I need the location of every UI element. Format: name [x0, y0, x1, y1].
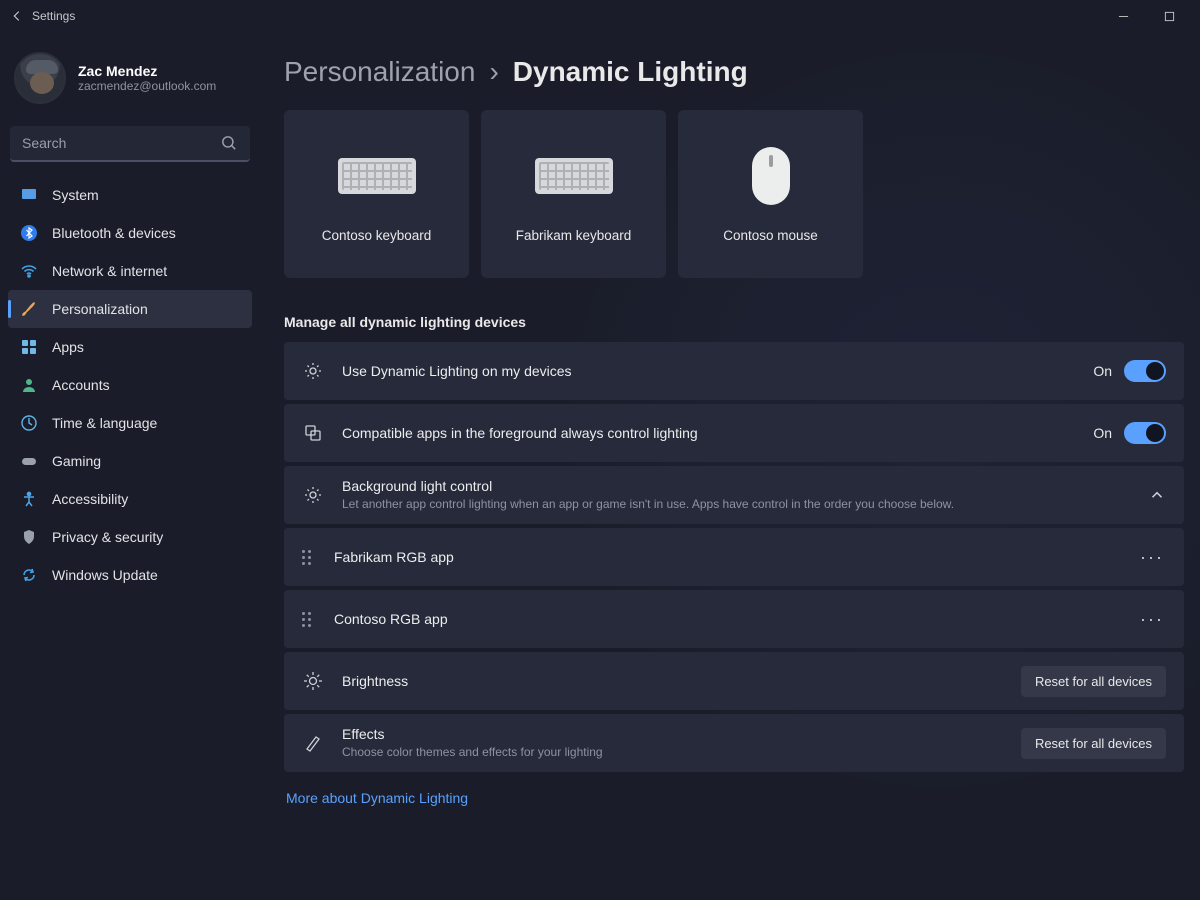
- nav-label: Bluetooth & devices: [52, 225, 176, 241]
- more-options-button[interactable]: ···: [1138, 609, 1166, 630]
- nav-label: Personalization: [52, 301, 148, 317]
- update-icon: [20, 566, 38, 584]
- nav-network[interactable]: Network & internet: [8, 252, 252, 290]
- device-label: Contoso keyboard: [322, 228, 432, 243]
- maximize-button[interactable]: [1146, 0, 1192, 32]
- keyboard-icon: [338, 146, 416, 206]
- apps-overlap-icon: [302, 422, 324, 444]
- setting-title: Effects: [342, 726, 1003, 742]
- nav-privacy[interactable]: Privacy & security: [8, 518, 252, 556]
- chevron-up-icon[interactable]: [1148, 486, 1166, 504]
- breadcrumb-parent[interactable]: Personalization: [284, 56, 475, 88]
- more-about-link[interactable]: More about Dynamic Lighting: [286, 790, 468, 806]
- sidebar: Zac Mendez zacmendez@outlook.com System …: [0, 32, 260, 900]
- gamepad-icon: [20, 452, 38, 470]
- page-title: Dynamic Lighting: [513, 56, 748, 88]
- setting-title: Background light control: [342, 478, 1130, 494]
- setting-description: Let another app control lighting when an…: [342, 496, 1130, 512]
- nav-label: Time & language: [52, 415, 157, 431]
- setting-title: Compatible apps in the foreground always…: [342, 425, 1075, 441]
- search-icon: [220, 134, 238, 152]
- nav-system[interactable]: System: [8, 176, 252, 214]
- nav-personalization[interactable]: Personalization: [8, 290, 252, 328]
- accessibility-icon: [20, 490, 38, 508]
- more-options-button[interactable]: ···: [1138, 547, 1166, 568]
- device-card-contoso-keyboard[interactable]: Contoso keyboard: [284, 110, 469, 278]
- setting-use-dynamic-lighting: Use Dynamic Lighting on my devices On: [284, 342, 1184, 400]
- app-name: Fabrikam RGB app: [334, 549, 1120, 565]
- shield-icon: [20, 528, 38, 546]
- avatar: [14, 52, 66, 104]
- setting-title: Brightness: [342, 673, 1003, 689]
- nav-label: Accessibility: [52, 491, 128, 507]
- light-icon: [302, 360, 324, 382]
- setting-brightness: Brightness Reset for all devices: [284, 652, 1184, 710]
- content-pane: Personalization › Dynamic Lighting Conto…: [260, 32, 1200, 900]
- chevron-right-icon: ›: [489, 56, 498, 88]
- apps-icon: [20, 338, 38, 356]
- setting-description: Choose color themes and effects for your…: [342, 744, 1003, 760]
- profile-card[interactable]: Zac Mendez zacmendez@outlook.com: [6, 42, 254, 122]
- search-input[interactable]: [22, 135, 220, 151]
- toggle-state: On: [1093, 425, 1112, 441]
- nav-label: Gaming: [52, 453, 101, 469]
- toggle-state: On: [1093, 363, 1112, 379]
- gear-icon: [302, 484, 324, 506]
- nav-bluetooth[interactable]: Bluetooth & devices: [8, 214, 252, 252]
- app-name: Contoso RGB app: [334, 611, 1120, 627]
- nav-label: Network & internet: [52, 263, 167, 279]
- titlebar: Settings: [0, 0, 1200, 32]
- brightness-icon: [302, 670, 324, 692]
- window-title: Settings: [32, 9, 75, 23]
- nav-label: Privacy & security: [52, 529, 163, 545]
- setting-background-light-control[interactable]: Background light control Let another app…: [284, 466, 1184, 524]
- nav-accounts[interactable]: Accounts: [8, 366, 252, 404]
- device-cards: Contoso keyboard Fabrikam keyboard Conto…: [284, 110, 1184, 278]
- effects-icon: [302, 732, 324, 754]
- reset-brightness-button[interactable]: Reset for all devices: [1021, 666, 1166, 697]
- nav-time-language[interactable]: Time & language: [8, 404, 252, 442]
- device-card-fabrikam-keyboard[interactable]: Fabrikam keyboard: [481, 110, 666, 278]
- device-label: Fabrikam keyboard: [516, 228, 632, 243]
- setting-title: Use Dynamic Lighting on my devices: [342, 363, 1075, 379]
- nav-gaming[interactable]: Gaming: [8, 442, 252, 480]
- nav-accessibility[interactable]: Accessibility: [8, 480, 252, 518]
- nav-label: System: [52, 187, 99, 203]
- drag-handle-icon[interactable]: [302, 550, 316, 565]
- paintbrush-icon: [20, 300, 38, 318]
- nav-windows-update[interactable]: Windows Update: [8, 556, 252, 594]
- device-label: Contoso mouse: [723, 228, 818, 243]
- bluetooth-icon: [20, 224, 38, 242]
- nav-list: System Bluetooth & devices Network & int…: [6, 176, 254, 594]
- breadcrumb: Personalization › Dynamic Lighting: [284, 56, 1184, 88]
- keyboard-icon: [535, 146, 613, 206]
- settings-list: Use Dynamic Lighting on my devices On Co…: [284, 342, 1184, 772]
- minimize-button[interactable]: [1100, 0, 1146, 32]
- user-email: zacmendez@outlook.com: [78, 79, 216, 93]
- search-box[interactable]: [10, 126, 250, 162]
- monitor-icon: [20, 186, 38, 204]
- toggle-use-dynamic[interactable]: [1124, 360, 1166, 382]
- toggle-foreground[interactable]: [1124, 422, 1166, 444]
- person-icon: [20, 376, 38, 394]
- app-order-item[interactable]: Contoso RGB app ···: [284, 590, 1184, 648]
- app-order-item[interactable]: Fabrikam RGB app ···: [284, 528, 1184, 586]
- nav-label: Apps: [52, 339, 84, 355]
- setting-foreground-apps: Compatible apps in the foreground always…: [284, 404, 1184, 462]
- back-button[interactable]: [8, 9, 26, 23]
- setting-effects: Effects Choose color themes and effects …: [284, 714, 1184, 772]
- user-name: Zac Mendez: [78, 63, 216, 79]
- wifi-icon: [20, 262, 38, 280]
- nav-apps[interactable]: Apps: [8, 328, 252, 366]
- nav-label: Accounts: [52, 377, 110, 393]
- drag-handle-icon[interactable]: [302, 612, 316, 627]
- clock-globe-icon: [20, 414, 38, 432]
- nav-label: Windows Update: [52, 567, 158, 583]
- section-title: Manage all dynamic lighting devices: [284, 314, 1184, 330]
- mouse-icon: [752, 146, 790, 206]
- reset-effects-button[interactable]: Reset for all devices: [1021, 728, 1166, 759]
- device-card-contoso-mouse[interactable]: Contoso mouse: [678, 110, 863, 278]
